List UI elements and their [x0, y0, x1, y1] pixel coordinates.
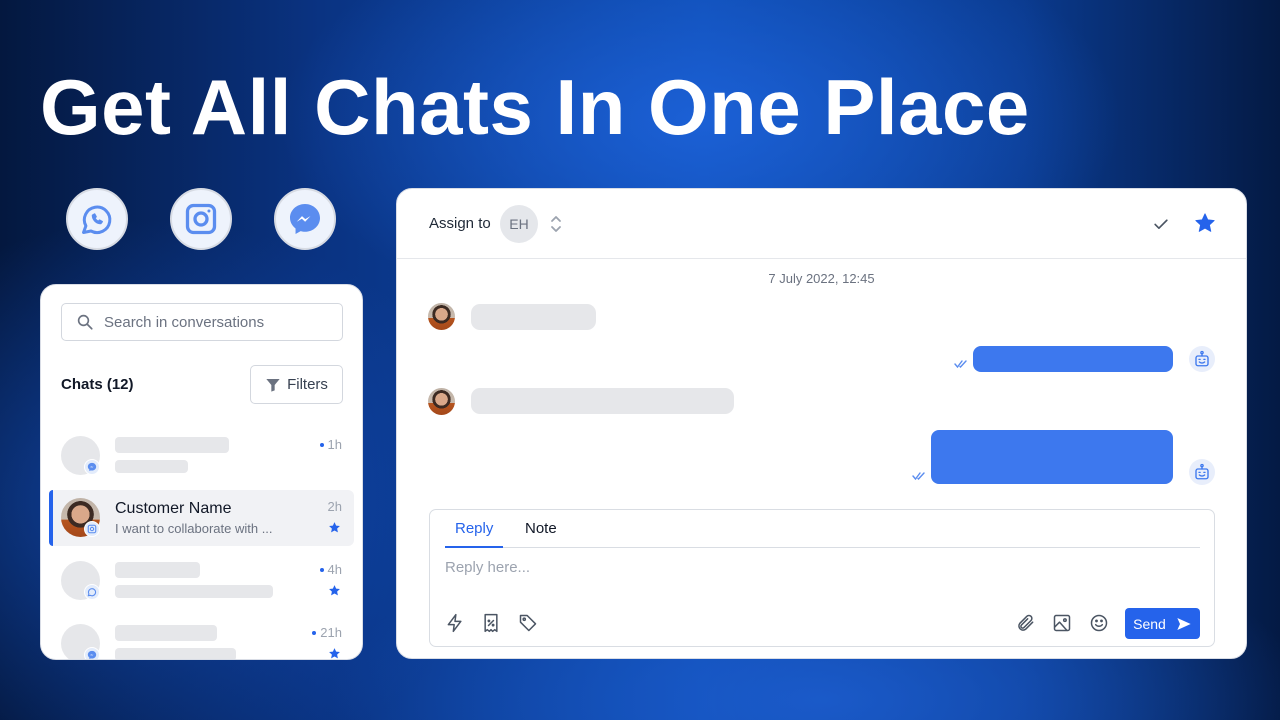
emoji-icon — [1090, 614, 1108, 632]
tab-note[interactable]: Note — [525, 520, 557, 537]
read-receipt-icon — [954, 360, 967, 368]
message-incoming — [471, 304, 596, 330]
preview-skeleton — [115, 585, 273, 598]
instagram-icon — [185, 203, 217, 235]
chevron-up-down-icon[interactable] — [550, 215, 562, 233]
name-skeleton — [115, 625, 217, 641]
messenger-icon — [87, 462, 97, 472]
image-button[interactable] — [1052, 613, 1072, 633]
bot-avatar — [1189, 346, 1215, 372]
unread-dot — [319, 567, 324, 572]
image-icon — [1053, 614, 1071, 632]
messenger-icon — [290, 204, 320, 234]
conversation-date: 7 July 2022, 12:45 — [768, 271, 875, 286]
message-outgoing — [931, 430, 1173, 484]
discount-receipt-icon — [484, 613, 498, 633]
channel-badge-messenger — [84, 459, 100, 475]
reply-input[interactable] — [445, 556, 1185, 578]
inbox-panel: Chats (12) Filters 1h Customer Name I wa… — [40, 284, 363, 660]
channel-badge-messenger — [84, 647, 100, 659]
tab-reply[interactable]: Reply — [455, 520, 493, 537]
channel-list — [66, 188, 336, 250]
send-button[interactable]: Send — [1125, 608, 1200, 639]
search-input[interactable] — [104, 313, 324, 331]
preview-skeleton — [115, 648, 236, 659]
chats-count-title: Chats (12) — [61, 376, 134, 393]
name-skeleton — [115, 562, 200, 578]
time-label: 21h — [320, 625, 342, 640]
unread-dot — [312, 630, 317, 635]
send-icon — [1177, 617, 1191, 630]
resolve-check-icon[interactable] — [1151, 214, 1171, 234]
chat-time: 1h — [319, 437, 342, 452]
conversation-panel: Assign to EH 7 July 2022, 12:45 Reply No… — [396, 188, 1247, 659]
name-skeleton — [115, 437, 229, 453]
robot-icon — [1195, 463, 1209, 480]
conversation-header: Assign to EH — [397, 189, 1246, 259]
active-tab-indicator — [445, 546, 503, 548]
quick-replies-button[interactable] — [445, 613, 465, 633]
read-receipt-icon — [912, 472, 925, 480]
whatsapp-icon — [82, 205, 112, 235]
tag-button[interactable] — [518, 613, 538, 633]
search-box[interactable] — [61, 303, 343, 341]
time-label: 1h — [327, 437, 342, 452]
customer-avatar — [428, 388, 455, 415]
emoji-button[interactable] — [1089, 613, 1109, 633]
attach-button[interactable] — [1016, 613, 1036, 633]
chat-list-item-active[interactable]: Customer Name I want to collaborate with… — [49, 490, 354, 546]
channel-instagram[interactable] — [170, 188, 232, 250]
unread-dot — [319, 442, 324, 447]
filters-button[interactable]: Filters — [250, 365, 343, 404]
time-label: 4h — [327, 562, 342, 577]
headline: Get All Chats In One Place — [40, 63, 1030, 151]
channel-badge-instagram — [84, 521, 100, 537]
star-icon[interactable] — [328, 647, 341, 660]
message-incoming — [471, 388, 734, 414]
preview-skeleton — [115, 460, 188, 473]
message-preview: I want to collaborate with ... — [115, 521, 273, 536]
message-outgoing — [973, 346, 1173, 372]
lightning-icon — [447, 613, 462, 633]
assignee-avatar[interactable]: EH — [500, 205, 538, 243]
paperclip-icon — [1018, 614, 1034, 631]
chat-time: 2h — [328, 499, 342, 514]
channel-badge-whatsapp — [84, 584, 100, 600]
star-icon[interactable] — [328, 521, 341, 534]
chat-list-item[interactable]: 1h — [49, 428, 354, 484]
search-icon — [77, 314, 93, 330]
chat-list-item[interactable]: 4h — [49, 553, 354, 609]
reply-composer: Reply Note Send — [429, 509, 1215, 647]
discount-button[interactable] — [481, 613, 501, 633]
whatsapp-icon — [87, 588, 97, 597]
send-label: Send — [1133, 615, 1166, 632]
instagram-icon — [87, 524, 97, 534]
filter-icon — [266, 378, 280, 392]
customer-name: Customer Name — [115, 500, 232, 517]
filters-label: Filters — [287, 376, 328, 393]
chat-time: 4h — [319, 562, 342, 577]
channel-whatsapp[interactable] — [66, 188, 128, 250]
composer-tabs: Reply Note — [445, 510, 1200, 548]
customer-avatar — [428, 303, 455, 330]
assign-label: Assign to — [429, 215, 491, 232]
chat-time: 21h — [312, 625, 342, 640]
time-label: 2h — [327, 499, 342, 514]
star-icon[interactable] — [328, 584, 341, 597]
messenger-icon — [87, 650, 97, 659]
channel-messenger[interactable] — [274, 188, 336, 250]
star-icon[interactable] — [1194, 212, 1216, 234]
robot-icon — [1195, 350, 1209, 367]
chat-list-item[interactable]: 21h — [49, 616, 354, 660]
bot-avatar — [1189, 459, 1215, 485]
tag-icon — [519, 614, 537, 632]
